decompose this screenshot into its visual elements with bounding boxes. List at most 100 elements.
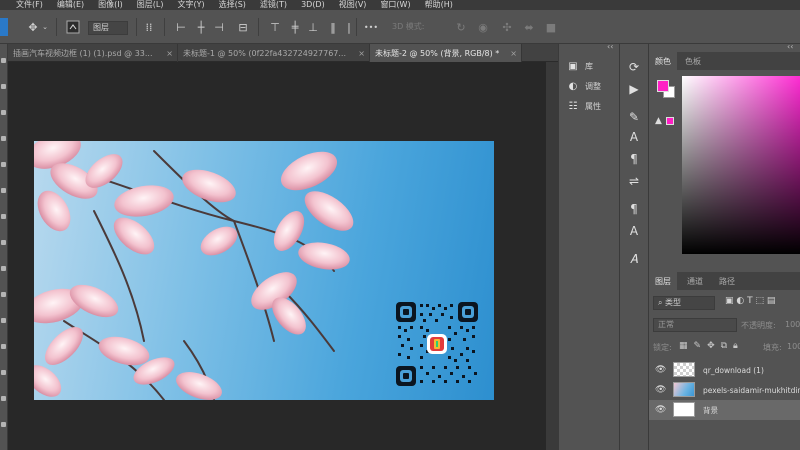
transform-controls-icon[interactable]: ⁞⁞ [140,18,158,36]
menu-edit[interactable]: 编辑(E) [57,0,84,10]
qr-code[interactable] [396,302,478,386]
menu-image[interactable]: 图像(I) [98,0,123,10]
quick-select-tool-icon[interactable] [1,110,6,115]
lasso-tool-icon[interactable] [1,84,6,89]
layer-filter-select[interactable]: ⌕ 类型 [653,296,715,310]
glyphs-icon[interactable]: 𝐴 [625,250,643,268]
paragraph-icon[interactable]: ¶ [625,150,643,168]
options-bar: ✥ ⌄ 图层 ⁞⁞ ⊢ ┼ ⊣ ⊟ ⊤ ╪ ⊥ ‖ | ••• 3D 模式: ↻… [0,10,800,44]
3d-orbit-icon[interactable]: ↻ [452,18,470,36]
color-picker-field[interactable] [682,76,800,254]
adjustment-filter-icon[interactable]: ◐ [736,296,744,306]
lock-artboard-icon[interactable]: ⧉ [721,341,733,351]
history-icon[interactable]: ⟳ [625,58,643,76]
smart-object-filter-icon[interactable]: ▤ [767,296,776,306]
menu-layer[interactable]: 图层(L) [137,0,164,10]
menu-help[interactable]: 帮助(H) [425,0,453,10]
pixel-filter-icon[interactable]: ▣ [725,296,734,306]
more-options-button[interactable]: ••• [360,18,382,36]
lock-transparent-icon[interactable]: ▦ [679,341,694,351]
tool-presets-icon[interactable]: ⇌ [625,172,643,190]
tab-color[interactable]: 颜色 [649,52,677,70]
distribute-bottom-icon[interactable]: ⊥ [304,18,322,36]
tab-document-1[interactable]: 插画汽车视频边框 (1) (1).psd @ 33... × [8,44,178,62]
lock-pixels-icon[interactable]: ✎ [694,341,708,351]
menu-file[interactable]: 文件(F) [16,0,43,10]
menu-select[interactable]: 选择(S) [219,0,246,10]
marquee-tool-icon[interactable] [1,58,6,63]
chevron-down-icon[interactable]: ⌄ [40,18,50,36]
paragraph-styles-icon[interactable]: ¶ [625,200,643,218]
align-middle-icon[interactable]: ⊟ [234,18,252,36]
tab-paths[interactable]: 路径 [713,272,741,290]
tab-channels[interactable]: 通道 [681,272,709,290]
separator [164,18,165,36]
tab-document-2[interactable]: 未标题-1 @ 50% (0f22fa432724927767... × [178,44,370,62]
tab-swatches[interactable]: 色板 [679,52,707,70]
close-icon[interactable]: × [166,49,173,58]
eye-icon[interactable]: 👁︎ [655,365,666,375]
eyedropper-tool-icon[interactable] [1,162,6,167]
layer-row[interactable]: 👁︎ 背景 [649,400,800,420]
gamut-warning-icon[interactable]: ▲ [655,116,662,126]
shape-filter-icon[interactable]: ⬚ [756,296,765,306]
menu-filter[interactable]: 滤镜(T) [260,0,287,10]
panel-adjustments[interactable]: ◐ 调整 [567,80,601,92]
web-safe-color-swatch[interactable] [666,117,674,125]
brush-settings-icon[interactable]: ✎ [625,108,643,126]
close-icon[interactable]: × [510,49,517,58]
blur-tool-icon[interactable] [1,344,6,349]
eye-icon[interactable]: 👁︎ [655,405,666,415]
opacity-value[interactable]: 100 [785,320,800,329]
lock-position-icon[interactable]: ✥ [707,341,721,351]
brush-tool-icon[interactable] [1,214,6,219]
3d-scale-icon[interactable]: ■ [542,18,560,36]
auto-select-icon[interactable] [64,18,82,36]
panel-library[interactable]: ▣ 库 [567,60,593,72]
fill-value[interactable]: 100 [787,342,800,351]
close-icon[interactable]: × [358,49,365,58]
layer-row[interactable]: 👁︎ pexels-saidamir-mukhitdinov [649,380,800,400]
blend-mode-select[interactable]: 正常 [653,318,737,332]
dodge-tool-icon[interactable] [1,370,6,375]
history-brush-tool-icon[interactable] [1,266,6,271]
type-filter-icon[interactable]: T [747,296,753,306]
foreground-color-swatch[interactable] [657,80,669,92]
3d-slide-icon[interactable]: ⬌ [520,18,538,36]
align-center-icon[interactable]: ┼ [192,18,210,36]
3d-pan-icon[interactable]: ✣ [498,18,516,36]
menu-3d[interactable]: 3D(D) [301,0,325,10]
home-icon[interactable] [0,18,8,36]
layer-select[interactable]: 图层 [88,21,128,35]
3d-roll-icon[interactable]: ◉ [474,18,492,36]
character-styles-icon[interactable]: A [625,222,643,240]
tab-document-3[interactable]: 未标题-2 @ 50% (背景, RGB/8) * × [370,44,522,62]
layer-name: qr_download (1) [703,365,764,375]
adjustments-icon: ◐ [568,80,578,92]
collapse-icon[interactable]: ‹‹ [607,42,613,51]
actions-icon[interactable]: ▶ [625,80,643,98]
character-icon[interactable]: A [625,128,643,146]
canvas-scrollbar[interactable] [546,62,558,450]
align-right-icon[interactable]: ⊣ [210,18,228,36]
distribute-top-icon[interactable]: ⊤ [266,18,284,36]
crop-tool-icon[interactable] [1,136,6,141]
collapse-icon[interactable]: ‹‹ [787,42,793,51]
pen-tool-icon[interactable] [1,396,6,401]
healing-tool-icon[interactable] [1,188,6,193]
tab-layers[interactable]: 图层 [649,272,677,290]
stamp-tool-icon[interactable] [1,240,6,245]
type-tool-icon[interactable] [1,422,6,427]
menu-window[interactable]: 窗口(W) [380,0,410,10]
layer-row[interactable]: 👁︎ qr_download (1) [649,360,800,380]
color-panel-tabs: 颜色 色板 [649,52,800,70]
align-left-icon[interactable]: ⊢ [172,18,190,36]
eye-icon[interactable]: 👁︎ [655,385,666,395]
menu-type[interactable]: 文字(Y) [177,0,204,10]
panel-properties[interactable]: ☷ 属性 [567,100,601,112]
eraser-tool-icon[interactable] [1,292,6,297]
menu-view[interactable]: 视图(V) [339,0,367,10]
distribute-vcenter-icon[interactable]: ╪ [286,18,304,36]
lock-all-icon[interactable]: 🔒︎ [733,341,744,351]
gradient-tool-icon[interactable] [1,318,6,323]
